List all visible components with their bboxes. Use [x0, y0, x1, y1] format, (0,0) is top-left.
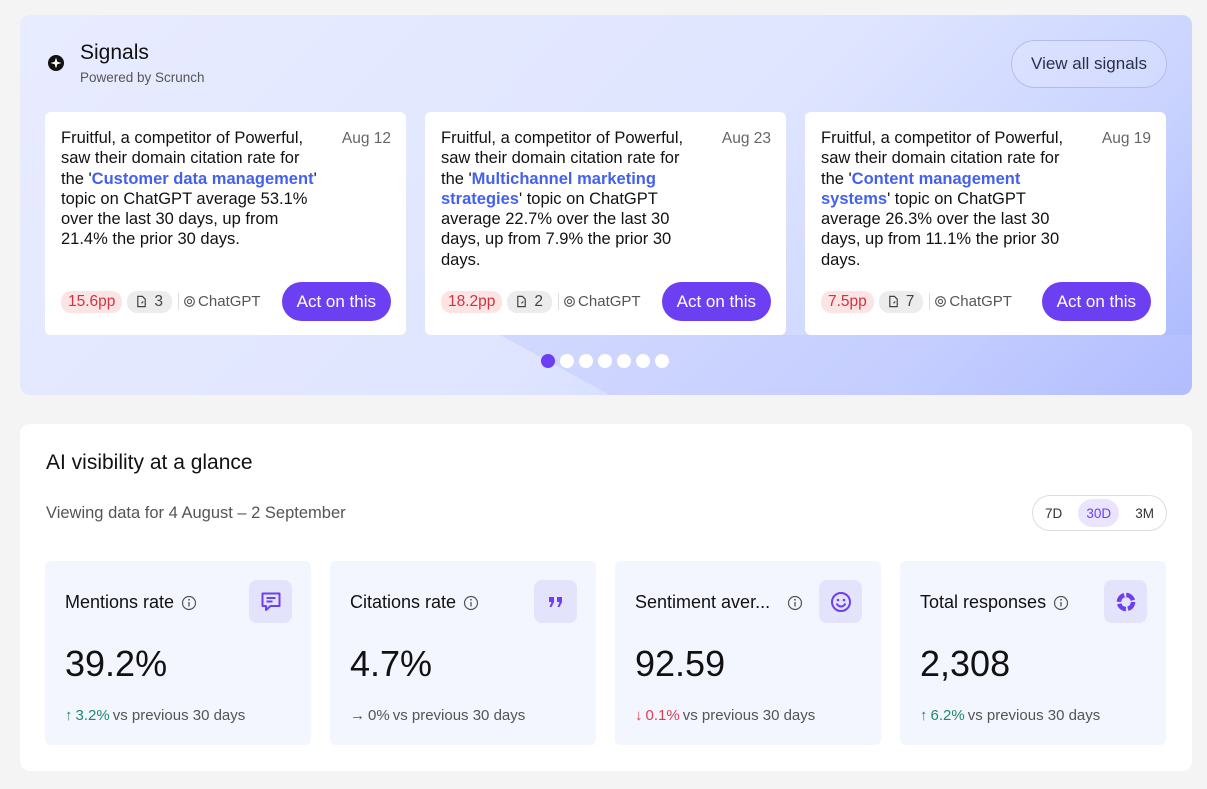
signal-text: Fruitful, a competitor of Powerful, saw … [61, 129, 317, 249]
quote-icon [534, 580, 577, 623]
carousel-dot[interactable] [598, 354, 612, 368]
signal-footer: 15.6pp 3 ChatGPT Act on this [61, 282, 391, 321]
topic-link[interactable]: Customer data management [92, 170, 314, 188]
signal-footer: 18.2pp 2 ChatGPT Act on this [441, 282, 771, 321]
metric-card-total-responses: Total responses 2,308 ↑ 6.2% vs previous… [900, 561, 1166, 745]
signals-subtitle: Powered by Scrunch [80, 70, 205, 85]
model-label: ChatGPT [558, 293, 641, 310]
signals-header: Signals Powered by Scrunch [46, 41, 205, 85]
carousel-dot[interactable] [579, 354, 593, 368]
count-value: 7 [905, 292, 915, 310]
chatgpt-icon [935, 296, 947, 307]
info-icon[interactable] [787, 595, 803, 611]
signal-card: Fruitful, a competitor of Powerful, saw … [425, 112, 786, 335]
carousel-dot[interactable] [655, 354, 669, 368]
date-range-text: Viewing data for 4 August – 2 September [46, 504, 346, 522]
carousel-dots [541, 354, 669, 368]
metric-delta: ↑ 3.2% vs previous 30 days [65, 707, 246, 724]
count-badge: 2 [507, 290, 553, 313]
document-icon [888, 295, 898, 308]
chatgpt-icon [184, 296, 195, 307]
info-icon[interactable] [181, 595, 197, 611]
model-label: ChatGPT [929, 293, 1012, 310]
arrow-down-icon: ↓ [635, 707, 643, 724]
arrow-up-icon: ↑ [65, 707, 73, 724]
metric-cards: Mentions rate 39.2% ↑ 3.2% vs previous 3… [45, 561, 1166, 745]
section-title: AI visibility at a glance [46, 451, 253, 474]
carousel-dot[interactable] [617, 354, 631, 368]
metric-value: 2,308 [920, 643, 1011, 684]
carousel-dot[interactable] [541, 354, 555, 368]
metric-label: Sentiment aver... [635, 592, 803, 613]
arrow-up-icon: ↑ [920, 707, 928, 724]
count-badge: 3 [127, 290, 173, 313]
pp-change-badge: 7.5pp [821, 290, 874, 313]
signal-text: Fruitful, a competitor of Powerful, saw … [821, 129, 1064, 269]
info-icon[interactable] [1053, 595, 1069, 611]
arrow-right-icon: → [350, 707, 365, 724]
signal-card: Fruitful, a competitor of Powerful, saw … [805, 112, 1166, 335]
chatgpt-icon [564, 296, 575, 307]
signal-cards: Fruitful, a competitor of Powerful, saw … [45, 112, 1166, 335]
signal-date: Aug 12 [341, 130, 391, 147]
signal-date: Aug 19 [1101, 130, 1151, 147]
time-range-toggle: 7D 30D 3M [1032, 495, 1167, 531]
count-value: 3 [154, 292, 164, 310]
metric-delta: ↓ 0.1% vs previous 30 days [635, 707, 816, 724]
signals-title: Signals [80, 41, 149, 64]
metric-delta: → 0% vs previous 30 days [350, 707, 526, 724]
smile-icon [819, 580, 862, 623]
document-icon [517, 295, 527, 308]
view-all-signals-button[interactable]: View all signals [1011, 40, 1167, 88]
pp-change-badge: 18.2pp [441, 290, 503, 313]
metric-label: Mentions rate [65, 592, 197, 613]
act-on-this-button[interactable]: Act on this [661, 282, 771, 321]
range-3m-button[interactable]: 3M [1127, 499, 1162, 527]
metric-value: 4.7% [350, 643, 433, 684]
range-30d-button[interactable]: 30D [1078, 499, 1120, 527]
sparkle-icon [48, 55, 64, 71]
metric-card-mentions-rate: Mentions rate 39.2% ↑ 3.2% vs previous 3… [45, 561, 311, 745]
metric-card-sentiment-average: Sentiment aver... 92.59 ↓ 0.1% vs previo… [615, 561, 881, 745]
metric-delta: ↑ 6.2% vs previous 30 days [920, 707, 1101, 724]
message-icon [249, 580, 292, 623]
signal-text: Fruitful, a competitor of Powerful, saw … [441, 129, 684, 269]
signal-date: Aug 23 [721, 130, 771, 147]
act-on-this-button[interactable]: Act on this [281, 282, 391, 321]
carousel-dot[interactable] [636, 354, 650, 368]
info-icon[interactable] [463, 595, 479, 611]
signal-card: Fruitful, a competitor of Powerful, saw … [45, 112, 406, 335]
act-on-this-button[interactable]: Act on this [1041, 282, 1151, 321]
ai-visibility-panel: AI visibility at a glance Viewing data f… [20, 424, 1192, 771]
donut-icon [1104, 580, 1147, 623]
metric-label: Citations rate [350, 592, 479, 613]
signals-panel: Signals Powered by Scrunch View all sign… [20, 15, 1192, 395]
count-value: 2 [534, 292, 544, 310]
range-7d-button[interactable]: 7D [1037, 499, 1070, 527]
model-label: ChatGPT [178, 293, 261, 310]
document-icon [137, 295, 147, 308]
pp-change-badge: 15.6pp [61, 290, 123, 313]
metric-value: 39.2% [65, 643, 168, 684]
metric-value: 92.59 [635, 643, 726, 684]
carousel-dot[interactable] [560, 354, 574, 368]
metric-label: Total responses [920, 592, 1069, 613]
count-badge: 7 [878, 290, 924, 313]
signal-footer: 7.5pp 7 ChatGPT Act on this [821, 282, 1151, 321]
metric-card-citations-rate: Citations rate 4.7% → 0% vs previous 30 … [330, 561, 596, 745]
